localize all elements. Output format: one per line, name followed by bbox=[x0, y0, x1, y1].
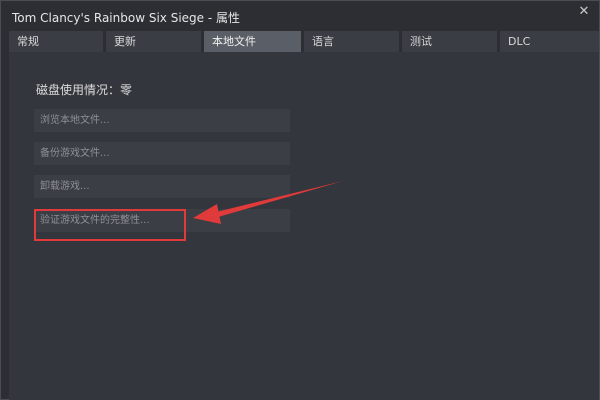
window-title: Tom Clancy's Rainbow Six Siege - 属性 bbox=[12, 11, 240, 25]
tab-bar: 常规 更新 本地文件 语言 测试 DLC bbox=[9, 31, 599, 52]
title-bar: Tom Clancy's Rainbow Six Siege - 属性 ✕ bbox=[1, 1, 599, 31]
tab-general[interactable]: 常规 bbox=[9, 31, 103, 52]
disk-usage-label: 磁盘使用情况：零 bbox=[36, 83, 133, 97]
tab-betas[interactable]: 测试 bbox=[402, 31, 497, 52]
annotation-highlight-box bbox=[34, 209, 186, 241]
uninstall-game-button[interactable]: 卸载游戏... bbox=[34, 175, 290, 198]
tab-language[interactable]: 语言 bbox=[304, 31, 399, 52]
tab-local-files[interactable]: 本地文件 bbox=[204, 31, 301, 52]
tab-dlc[interactable]: DLC bbox=[500, 31, 599, 52]
properties-window: Tom Clancy's Rainbow Six Siege - 属性 ✕ 常规… bbox=[0, 0, 600, 400]
tab-updates[interactable]: 更新 bbox=[106, 31, 201, 52]
close-icon[interactable]: ✕ bbox=[577, 5, 591, 19]
backup-game-files-button[interactable]: 备份游戏文件... bbox=[34, 142, 290, 165]
browse-local-files-button[interactable]: 浏览本地文件... bbox=[34, 109, 290, 132]
